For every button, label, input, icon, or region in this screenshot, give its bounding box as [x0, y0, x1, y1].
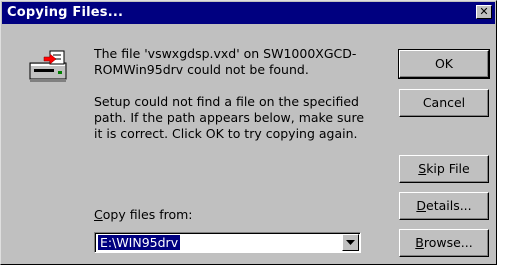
title-bar: Copying Files... ✕ — [2, 2, 495, 24]
skip-file-label: kip File — [426, 161, 470, 176]
copy-from-value[interactable]: E:\WIN95drv — [98, 235, 181, 250]
chevron-down-icon — [346, 240, 355, 245]
instruction-message: Setup could not find a file on the speci… — [94, 94, 365, 141]
missing-file-message: The file 'vswxgdsp.vxd' on SW1000XGCD-RO… — [94, 46, 357, 77]
skip-file-mnemonic: S — [418, 161, 427, 176]
copy-files-from-label: Copy files from: — [94, 207, 193, 222]
close-button[interactable]: ✕ — [476, 5, 492, 19]
disk-drive-icon — [29, 50, 67, 82]
skip-file-button[interactable]: Skip File — [399, 155, 489, 183]
details-mnemonic: D — [416, 198, 426, 213]
browse-button[interactable]: Browse... — [399, 229, 489, 257]
browse-label: rowse... — [423, 235, 473, 250]
ok-button[interactable]: OK — [398, 49, 490, 79]
details-button[interactable]: Details... — [399, 192, 489, 220]
copy-files-mnemonic: C — [94, 207, 103, 222]
copy-from-combobox[interactable]: E:\WIN95drv — [94, 232, 361, 253]
browse-mnemonic: B — [415, 235, 424, 250]
cancel-button[interactable]: Cancel — [399, 89, 489, 117]
dialog-title: Copying Files... — [7, 5, 124, 20]
dropdown-button[interactable] — [342, 234, 359, 251]
copy-files-label-text: opy files from: — [102, 207, 193, 222]
copying-files-dialog: Copying Files... ✕ The file 'vswxgdsp.vx… — [0, 0, 497, 265]
close-icon: ✕ — [479, 5, 489, 18]
details-label: etails... — [426, 198, 472, 213]
